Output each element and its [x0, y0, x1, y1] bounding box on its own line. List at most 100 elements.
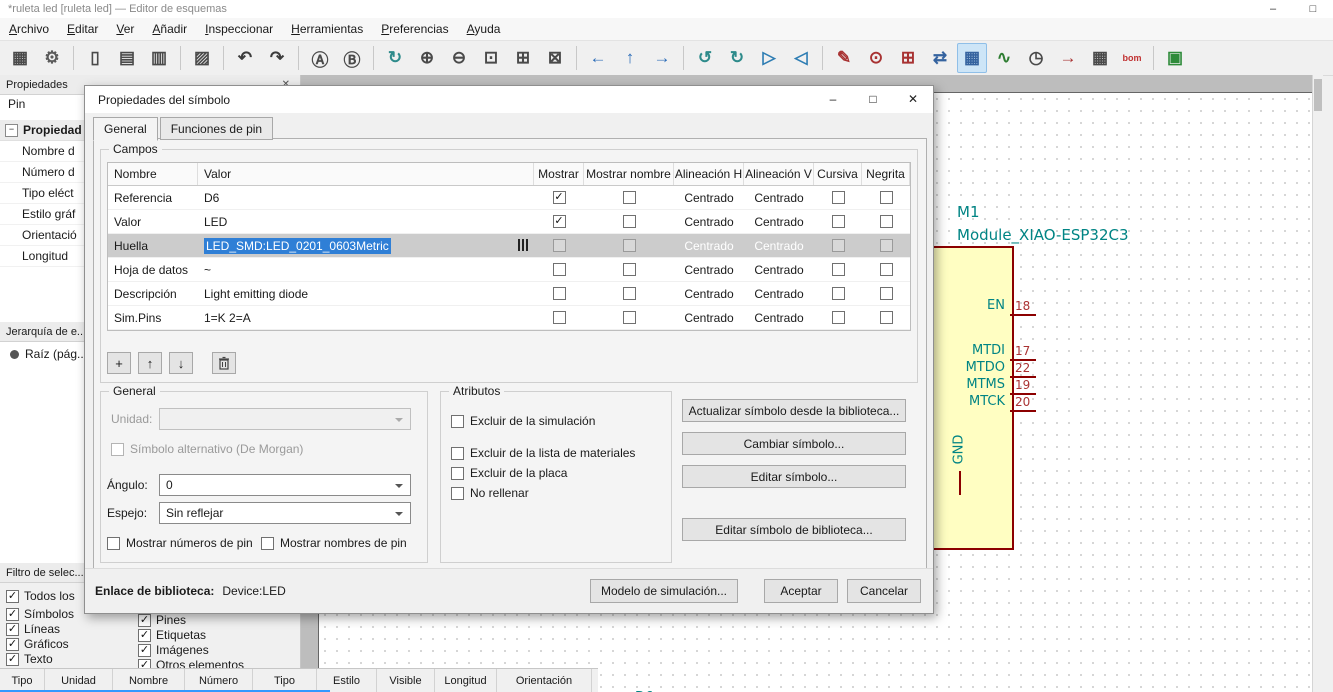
move-field-down-button[interactable]: ↓ [169, 352, 193, 374]
dialog-maximize-button[interactable]: □ [853, 86, 893, 113]
filter-item-pines[interactable]: Pines [138, 613, 186, 627]
field-v-align[interactable]: Centrado [744, 234, 814, 257]
fields-header-alineaci-n-v[interactable]: Alineación V [744, 163, 814, 185]
fields-header-nombre[interactable]: Nombre [108, 163, 198, 185]
field-italic-checkbox[interactable] [831, 311, 845, 324]
pin-table-column-8[interactable]: Orientación [497, 669, 592, 692]
find-icon[interactable]: Ⓐ [305, 43, 335, 73]
side-button-cambiar-s-mbolo[interactable]: Cambiar símbolo... [682, 432, 906, 455]
filter-item-texto[interactable]: Texto [6, 652, 53, 666]
filter-checkbox[interactable] [138, 643, 151, 657]
export-netlist-icon[interactable]: → [1053, 43, 1083, 73]
schematic-setup-icon[interactable]: ⚙ [37, 43, 67, 73]
attribute-checkbox[interactable] [451, 446, 464, 460]
zoom-selection-icon[interactable]: ⊠ [540, 43, 570, 73]
pin-table-column-6[interactable]: Visible [377, 669, 435, 692]
add-field-button[interactable]: + [107, 352, 131, 374]
field-value[interactable]: ~ [198, 258, 534, 281]
field-h-align[interactable]: Centrado [674, 306, 744, 329]
pin-table-column-2[interactable]: Nombre [113, 669, 185, 692]
field-italic-checkbox[interactable] [831, 263, 845, 276]
field-row-descripci-n[interactable]: Descripción Light emitting diode Centrado C… [108, 282, 910, 306]
pin-table-column-1[interactable]: Unidad [45, 669, 113, 692]
nav-back-icon[interactable]: ← [583, 43, 613, 73]
field-row-referencia[interactable]: Referencia D6 CentradoCentrado [108, 186, 910, 210]
footprint-browse-icon[interactable] [518, 239, 528, 251]
side-button-editar-s-mbolo[interactable]: Editar símbolo... [682, 465, 906, 488]
filter-checkbox[interactable] [6, 637, 19, 651]
field-bold-checkbox[interactable] [879, 191, 893, 204]
field-row-sim-pins[interactable]: Sim.Pins 1=K 2=A Centrado Centrado [108, 306, 910, 330]
field-show-checkbox[interactable] [552, 287, 566, 300]
dialog-close-button[interactable]: ✕ [893, 86, 933, 113]
page-settings-icon[interactable]: ▯ [80, 43, 110, 73]
fields-header-alineaci-n-h[interactable]: Alineación H [674, 163, 744, 185]
dialog-minimize-button[interactable]: – [813, 86, 853, 113]
field-v-align[interactable]: Centrado [744, 210, 814, 233]
mirror-select[interactable]: Sin reflejar [159, 502, 411, 524]
field-bold-checkbox[interactable] [879, 263, 893, 276]
show-pin-names-checkbox[interactable] [261, 536, 274, 550]
accept-button[interactable]: Aceptar [764, 579, 838, 603]
menu-archivo[interactable]: Archivo [0, 19, 58, 39]
field-value[interactable]: LED [198, 210, 534, 233]
field-show-name-checkbox[interactable] [622, 215, 636, 228]
field-h-align[interactable]: Centrado [674, 234, 744, 257]
field-show-checkbox[interactable] [552, 263, 566, 276]
field-h-align[interactable]: Centrado [674, 282, 744, 305]
field-bold-checkbox[interactable] [879, 311, 893, 324]
field-show-name-checkbox[interactable] [622, 311, 636, 324]
nav-forward-icon[interactable]: → [647, 43, 677, 73]
attribute-no-rellenar[interactable]: No rellenar [451, 486, 529, 500]
attribute-excluir-de-la-lista-de-materiales[interactable]: Excluir de la lista de materiales [451, 446, 635, 460]
field-italic-checkbox[interactable] [831, 287, 845, 300]
filter-item-etiquetas[interactable]: Etiquetas [138, 628, 206, 642]
bom-icon[interactable]: bom [1117, 43, 1147, 73]
field-italic-checkbox[interactable] [831, 191, 845, 204]
field-v-align[interactable]: Centrado [744, 258, 814, 281]
filter-item-gr-ficos[interactable]: Gráficos [6, 637, 69, 651]
save-icon[interactable]: ▦ [5, 43, 35, 73]
simulation-model-button[interactable]: Modelo de simulación... [590, 579, 738, 603]
field-h-align[interactable]: Centrado [674, 258, 744, 281]
field-bold-checkbox[interactable] [879, 287, 893, 300]
nav-up-icon[interactable]: ↑ [615, 43, 645, 73]
zoom-page-icon[interactable]: ⊞ [508, 43, 538, 73]
window-maximize-button[interactable]: □ [1293, 0, 1333, 18]
paste-icon[interactable]: ▨ [187, 43, 217, 73]
field-show-name-checkbox[interactable] [622, 191, 636, 204]
move-field-up-button[interactable]: ↑ [138, 352, 162, 374]
find-replace-icon[interactable]: Ⓑ [337, 43, 367, 73]
annotate-icon[interactable]: ✎ [829, 43, 859, 73]
pin-table-column-3[interactable]: Número [185, 669, 253, 692]
fields-header-negrita[interactable]: Negrita [862, 163, 910, 185]
field-show-name-checkbox[interactable] [622, 287, 636, 300]
hierarchy-root-item[interactable]: Raíz (pág... [10, 347, 87, 361]
menu-a-adir[interactable]: Añadir [143, 19, 196, 39]
filter-checkbox[interactable] [138, 628, 151, 642]
field-italic-checkbox[interactable] [831, 239, 845, 252]
side-button-editar-s-mbolo-de-biblioteca[interactable]: Editar símbolo de biblioteca... [682, 518, 906, 541]
attribute-excluir-de-la-placa[interactable]: Excluir de la placa [451, 466, 567, 480]
sim-probe-icon[interactable]: ◷ [1021, 43, 1051, 73]
menu-inspeccionar[interactable]: Inspeccionar [196, 19, 282, 39]
side-button-actualizar-s-mbolo-desde-la-biblioteca[interactable]: Actualizar símbolo desde la biblioteca..… [682, 399, 906, 422]
fields-header-valor[interactable]: Valor [198, 163, 534, 185]
filter-checkbox[interactable] [6, 652, 19, 666]
mirror-vertical-icon[interactable]: ◁ [786, 43, 816, 73]
field-v-align[interactable]: Centrado [744, 282, 814, 305]
delete-field-button[interactable] [212, 352, 236, 374]
field-row-valor[interactable]: Valor LED CentradoCentrado [108, 210, 910, 234]
tab-pin-functions[interactable]: Funciones de pin [159, 117, 274, 140]
refresh-icon[interactable]: ↻ [380, 43, 410, 73]
menu-ayuda[interactable]: Ayuda [458, 19, 510, 39]
fields-header-mostrar-nombre[interactable]: Mostrar nombre [584, 163, 674, 185]
filter-checkbox[interactable] [6, 607, 19, 621]
field-bold-checkbox[interactable] [879, 239, 893, 252]
field-show-checkbox[interactable] [552, 191, 566, 204]
zoom-out-icon[interactable]: ⊖ [444, 43, 474, 73]
window-minimize-button[interactable]: – [1253, 0, 1293, 18]
menu-preferencias[interactable]: Preferencias [372, 19, 457, 39]
field-value[interactable]: Light emitting diode [198, 282, 534, 305]
fields-header-cursiva[interactable]: Cursiva [814, 163, 862, 185]
